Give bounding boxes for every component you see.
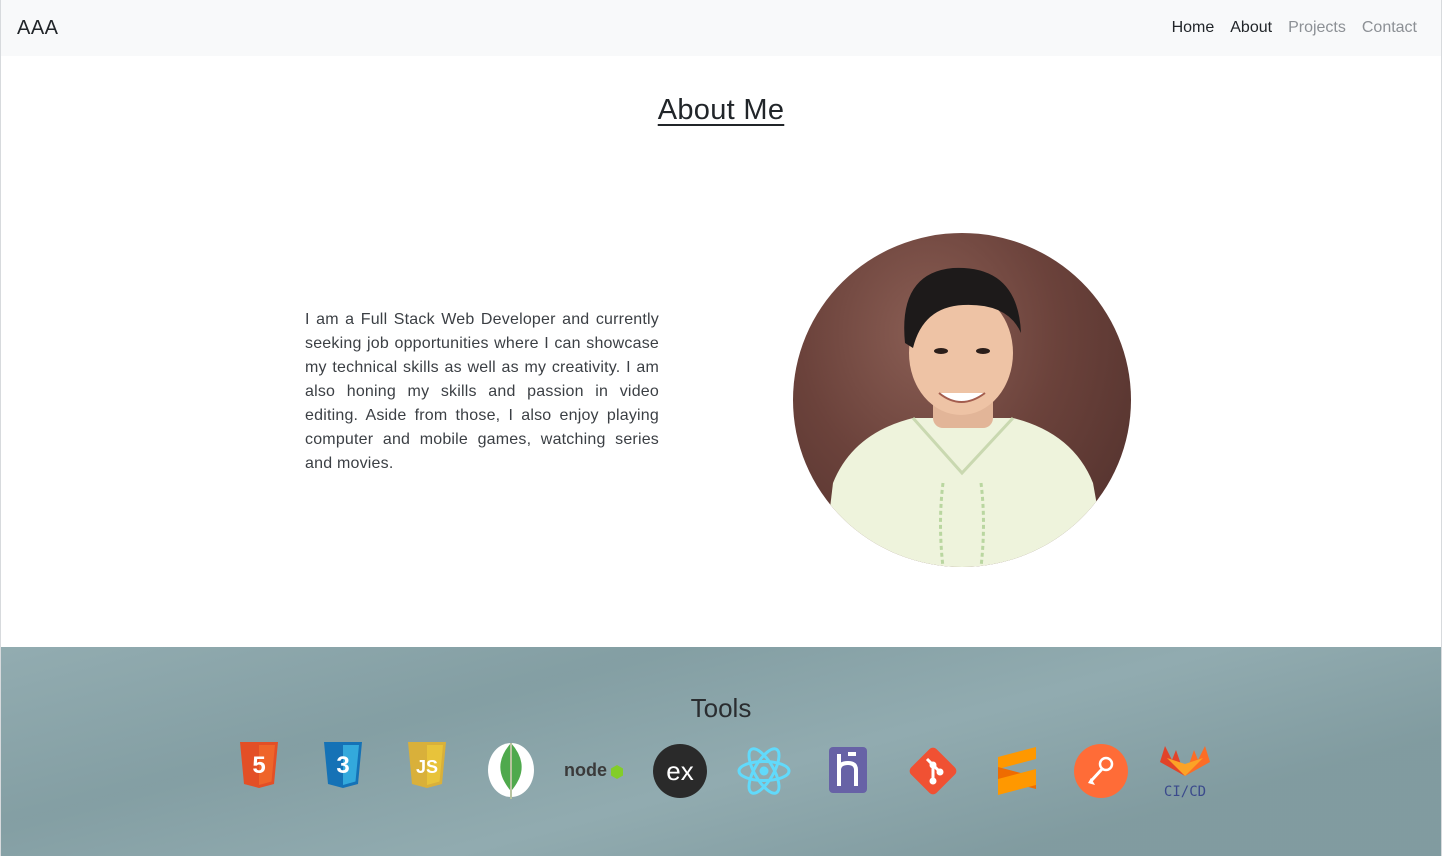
heroku-icon — [829, 747, 867, 793]
mongodb-icon — [488, 743, 534, 799]
profile-photo — [793, 233, 1131, 567]
about-title: About Me — [657, 94, 785, 126]
nav-link-projects[interactable]: Projects — [1288, 19, 1346, 37]
nodejs-icon-label: node — [564, 760, 607, 780]
html5-icon: 5 — [240, 742, 278, 788]
tools-title: Tools — [690, 693, 752, 723]
git-icon — [909, 747, 957, 795]
html5-icon-label: 5 — [252, 752, 265, 779]
gitlab-cicd-icon-label: CI/CD — [1164, 784, 1206, 800]
css3-icon: 3 — [324, 742, 362, 788]
express-icon-label: ex — [666, 756, 693, 786]
profile-photo-illustration — [823, 267, 1108, 567]
nav-links: Home About Projects Contact — [1172, 19, 1417, 37]
react-icon — [737, 747, 791, 795]
nodejs-icon: node — [564, 760, 623, 780]
about-paragraph: I am a Full Stack Web Developer and curr… — [305, 311, 659, 472]
navbar: AAA Home About Projects Contact — [1, 0, 1441, 56]
brand-logo[interactable]: AAA — [17, 17, 59, 40]
sublime-text-icon — [998, 747, 1036, 795]
javascript-icon-label: JS — [416, 757, 438, 777]
tools-section: Tools 5 3 JS node ex CI/CD — [1, 647, 1441, 856]
express-icon: ex — [653, 744, 707, 798]
css3-icon-label: 3 — [336, 752, 349, 779]
nav-link-about[interactable]: About — [1230, 19, 1272, 37]
nav-link-contact[interactable]: Contact — [1362, 19, 1417, 37]
nav-link-home[interactable]: Home — [1172, 19, 1215, 37]
postman-icon — [1074, 744, 1128, 798]
gitlab-cicd-icon: CI/CD — [1160, 746, 1210, 800]
javascript-icon: JS — [408, 742, 446, 788]
